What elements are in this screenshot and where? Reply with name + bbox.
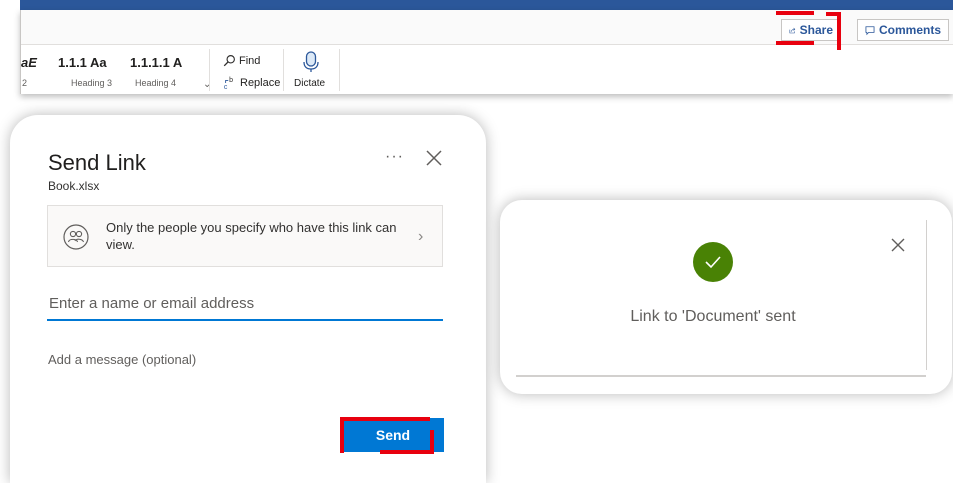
replace-icon: b c [224, 77, 233, 90]
highlight-marker [837, 12, 841, 50]
ribbon-body: Share Comments aE 2 1.1.1 Aa Heading 3 1… [20, 10, 953, 94]
highlight-marker [776, 41, 814, 45]
file-name: Book.xlsx [48, 179, 100, 193]
styles-gallery: aE 2 1.1.1 Aa Heading 3 1.1.1.1 A Headin… [21, 45, 953, 94]
style-name-heading-3: Heading 3 [71, 78, 113, 88]
style-name-heading-2: 2 [22, 78, 28, 88]
highlight-marker [776, 11, 814, 15]
highlight-marker [340, 417, 430, 421]
send-label: Send [375, 427, 411, 443]
panel-edge [926, 220, 927, 370]
highlight-marker [826, 12, 840, 16]
chevron-right-icon: › [418, 228, 424, 245]
title-bar [20, 0, 953, 10]
share-icon [789, 27, 796, 33]
style-sample-heading-4[interactable]: 1.1.1.1 A [130, 55, 197, 70]
dialog-title: Send Link [48, 150, 146, 175]
style-sample-heading-3[interactable]: 1.1.1 Aa [58, 55, 107, 70]
comments-label: Comments [878, 23, 941, 37]
link-sent-confirmation: Link to 'Document' sent [500, 200, 952, 394]
comments-button[interactable]: Comments [857, 19, 949, 41]
message-field[interactable]: Add a message (optional) [48, 352, 196, 367]
replace-label: Replace [240, 77, 281, 89]
search-icon [223, 55, 235, 67]
link-settings-button[interactable]: Only the people you specify who have thi… [47, 205, 443, 267]
confirmation-message: Link to 'Document' sent [630, 308, 796, 325]
ribbon-divider [339, 49, 340, 91]
style-sample-heading-2[interactable]: aE [21, 55, 37, 70]
share-label: Share [799, 23, 833, 37]
svg-text:b: b [229, 77, 233, 84]
success-check-icon [693, 242, 733, 282]
dictate-label: Dictate [294, 78, 326, 89]
close-icon[interactable] [889, 236, 907, 254]
panel-bottom-edge [516, 375, 926, 377]
style-name-heading-4: Heading 4 [135, 78, 177, 88]
close-icon[interactable] [423, 147, 445, 169]
ribbon-divider [283, 49, 284, 91]
people-icon [63, 224, 89, 250]
microphone-icon[interactable] [303, 51, 319, 73]
highlight-marker [430, 430, 434, 452]
link-permission-text: Only the people you specify who have thi… [106, 220, 397, 252]
svg-text:c: c [224, 84, 228, 90]
comment-icon [865, 25, 875, 35]
send-link-dialog: Send Link Book.xlsx ··· Only the people … [10, 115, 486, 483]
share-button[interactable]: Share [781, 19, 841, 41]
replace-button[interactable]: b c Replace [223, 76, 280, 90]
gallery-more-chevron-icon[interactable]: ⌄ [203, 79, 211, 90]
ribbon-divider [209, 49, 210, 91]
highlight-marker [380, 450, 434, 454]
ribbon-command-bar: Share Comments [21, 10, 953, 45]
recipient-input[interactable] [47, 287, 443, 321]
highlight-marker [340, 417, 344, 453]
find-label: Find [239, 54, 261, 67]
find-button[interactable]: Find [223, 54, 260, 67]
more-options-icon[interactable]: ··· [385, 148, 404, 166]
send-button[interactable]: Send [342, 418, 444, 452]
